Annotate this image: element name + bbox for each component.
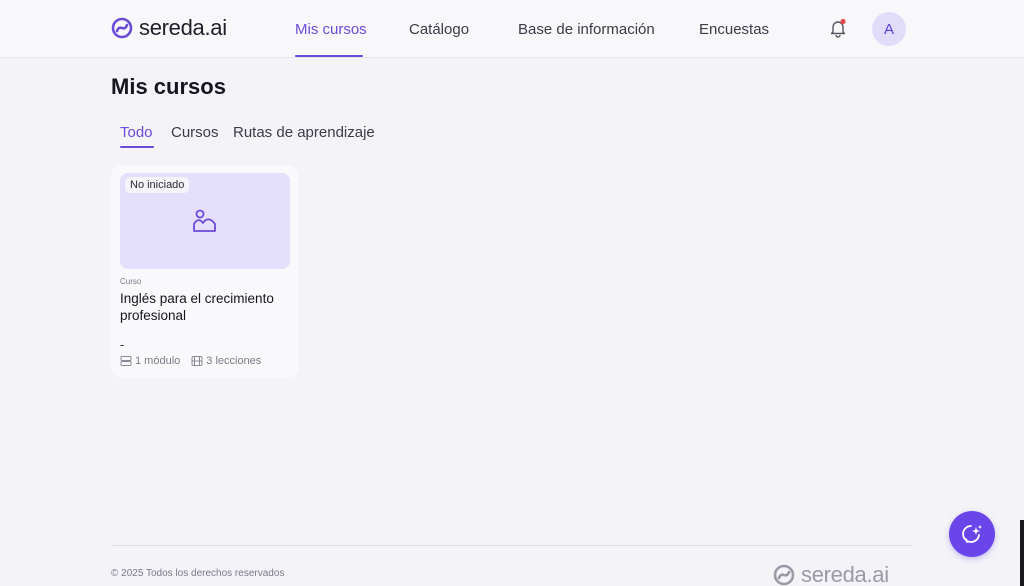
status-badge: No iniciado bbox=[125, 177, 190, 193]
course-meta: 1 módulo 3 lecciones bbox=[120, 355, 261, 367]
bell-icon[interactable] bbox=[828, 18, 848, 38]
ai-sparkle-icon bbox=[962, 525, 982, 543]
course-title: Inglés para el crecimiento profesional bbox=[120, 291, 274, 323]
modules-label: 1 módulo bbox=[135, 355, 181, 367]
ai-assistant-button[interactable] bbox=[949, 511, 995, 557]
top-header: sereda.ai Mis cursos Catálogo Base de in… bbox=[0, 0, 1024, 58]
course-card[interactable]: No iniciado Curso Inglés para el crecimi… bbox=[111, 165, 299, 378]
footer-logo-text: sereda.ai bbox=[801, 562, 889, 586]
modules-count: 1 módulo bbox=[120, 355, 180, 367]
module-icon bbox=[120, 356, 132, 366]
lessons-label: 3 lecciones bbox=[206, 355, 262, 367]
tab-active-indicator bbox=[120, 146, 154, 148]
tab-todo[interactable]: Todo bbox=[120, 124, 153, 141]
logo[interactable]: sereda.ai bbox=[111, 15, 227, 40]
footer-logo: sereda.ai bbox=[773, 562, 889, 586]
lesson-film-icon bbox=[191, 356, 203, 366]
nav-catalogo[interactable]: Catálogo bbox=[409, 21, 469, 38]
tab-cursos[interactable]: Cursos bbox=[171, 124, 219, 141]
nav-active-indicator bbox=[295, 55, 363, 57]
avatar[interactable]: A bbox=[872, 12, 906, 46]
course-card-image: No iniciado bbox=[120, 173, 290, 269]
sereda-logo-icon bbox=[773, 564, 795, 586]
image-placeholder-icon bbox=[193, 209, 216, 232]
course-subtitle: - bbox=[120, 337, 125, 352]
page-title: Mis cursos bbox=[111, 74, 226, 99]
nav-encuestas[interactable]: Encuestas bbox=[699, 21, 769, 38]
window-edge bbox=[1020, 520, 1024, 586]
tab-rutas-aprendizaje[interactable]: Rutas de aprendizaje bbox=[233, 124, 375, 141]
footer-divider bbox=[111, 545, 912, 546]
nav-base-informacion[interactable]: Base de información bbox=[518, 21, 655, 38]
lessons-count: 3 lecciones bbox=[191, 355, 261, 367]
nav-mis-cursos[interactable]: Mis cursos bbox=[295, 21, 367, 38]
course-type: Curso bbox=[120, 277, 142, 286]
sereda-logo-icon bbox=[111, 17, 133, 39]
copyright-text: © 2025 Todos los derechos reservados bbox=[111, 568, 285, 579]
logo-text: sereda.ai bbox=[139, 15, 227, 40]
